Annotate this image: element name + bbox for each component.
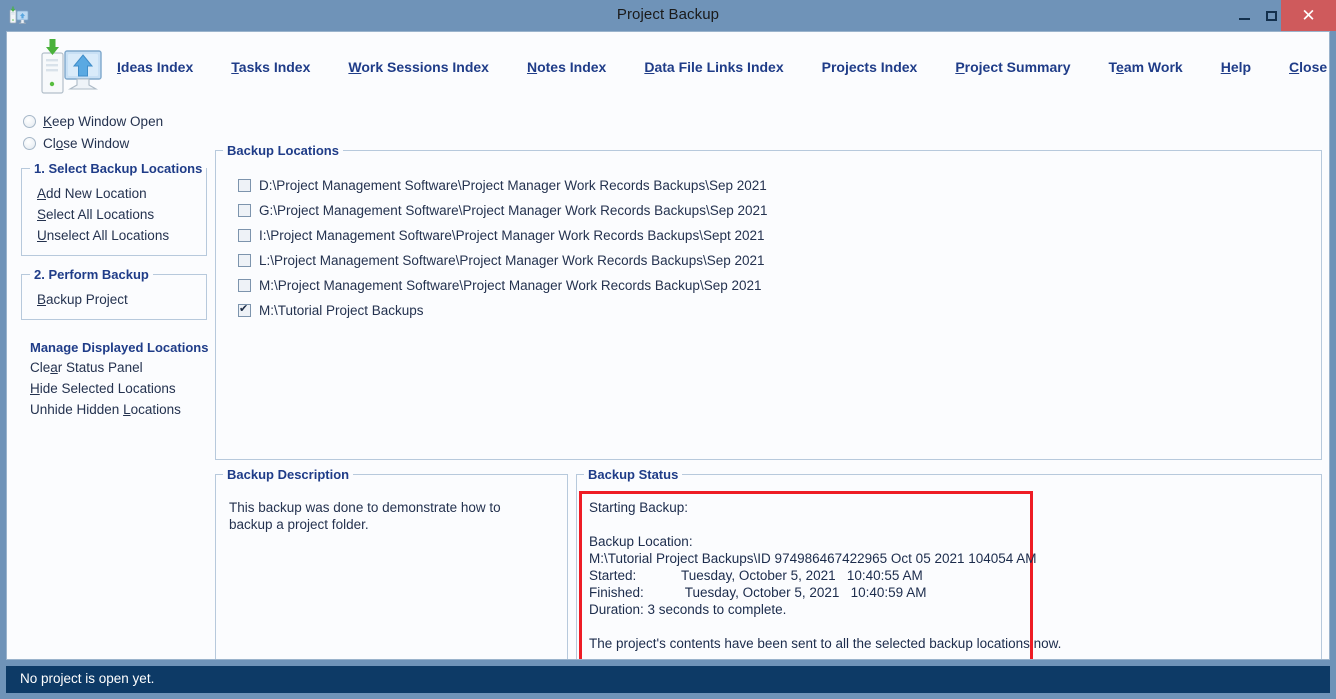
group-manage-displayed-locations: Manage Displayed Locations Clear Status … [15,340,213,420]
backup-status-text: Starting Backup: Backup Location: M:\Tut… [589,500,1062,651]
nav-item-team-work[interactable]: Team Work [1109,57,1183,77]
location-label: D:\Project Management Software\Project M… [259,178,767,193]
checkbox-icon[interactable] [238,229,251,242]
checkbox-icon[interactable] [238,279,251,292]
location-row[interactable]: L:\Project Management Software\Project M… [238,248,768,273]
location-label: I:\Project Management Software\Project M… [259,228,765,243]
nav-item-ideas-index[interactable]: Ideas Index [117,57,193,77]
backup-status-panel: Backup Status Starting Backup: Backup Lo… [576,467,1322,659]
link-add-new-location[interactable]: Add New Location [22,183,206,204]
checkbox-icon[interactable] [238,179,251,192]
radio-icon [23,114,36,128]
group-title-select-backup-locations: 1. Select Backup Locations [30,161,207,176]
nav-items-container: Ideas Index Tasks Index Work Sessions In… [117,32,1329,102]
group-perform-backup: 2. Perform Backup Backup Project [21,267,207,320]
window-title: Project Backup [616,6,720,23]
nav-item-projects-index[interactable]: Projects Index [822,57,918,77]
location-row[interactable]: I:\Project Management Software\Project M… [238,223,768,248]
location-row[interactable]: D:\Project Management Software\Project M… [238,173,768,198]
status-bar-text: No project is open yet. [20,671,155,686]
checkbox-icon[interactable] [238,204,251,217]
location-row[interactable]: M:\Tutorial Project Backups [238,298,768,323]
group-title-perform-backup: 2. Perform Backup [30,267,153,282]
main-navigation-bar: Ideas Index Tasks Index Work Sessions In… [7,32,1329,102]
checkbox-icon[interactable] [238,302,251,317]
left-sidebar: Keep Window Open Close Window 1. Select … [15,110,213,650]
backup-logo-icon [39,39,103,97]
backup-description-panel: Backup Description This backup was done … [215,467,568,659]
nav-item-notes-index[interactable]: Notes Index [527,57,606,77]
location-row[interactable]: M:\Project Management Software\Project M… [238,273,768,298]
panel-title-backup-locations: Backup Locations [223,143,343,158]
link-backup-project[interactable]: Backup Project [22,289,206,310]
radio-label-keep-window-open: Keep Window Open [43,113,164,129]
nav-item-data-file-links-index[interactable]: Data File Links Index [644,57,783,77]
backup-status-highlight-box: Starting Backup: Backup Location: M:\Tut… [579,491,1061,659]
backup-locations-panel: Backup Locations D:\Project Management S… [215,143,1322,460]
radio-icon [23,136,36,150]
section-head-manage-displayed-locations: Manage Displayed Locations [30,340,209,355]
location-row[interactable]: G:\Project Management Software\Project M… [238,198,768,223]
group-select-backup-locations: 1. Select Backup Locations Add New Locat… [21,161,207,256]
panel-title-backup-description: Backup Description [223,467,354,482]
location-label: L:\Project Management Software\Project M… [259,253,765,268]
location-label: M:\Tutorial Project Backups [259,303,424,318]
location-label: M:\Project Management Software\Project M… [259,278,762,293]
nav-item-work-sessions-index[interactable]: Work Sessions Index [348,57,489,77]
link-select-all-locations[interactable]: Select All Locations [22,204,206,225]
backup-locations-list: D:\Project Management Software\Project M… [238,173,768,323]
checkbox-icon[interactable] [238,254,251,267]
link-unhide-hidden-locations[interactable]: Unhide Hidden Locations [15,399,213,420]
nav-item-project-summary[interactable]: Project Summary [955,57,1070,77]
radio-close-window[interactable]: Close Window [15,132,213,154]
title-bar: Project Backup ✕ [0,0,1336,31]
close-icon: ✕ [1301,6,1316,25]
application-window: Project Backup ✕ Ideas Index Tasks Index… [0,0,1336,699]
backup-description-text: This backup was done to demonstrate how … [229,500,501,532]
radio-keep-window-open[interactable]: Keep Window Open [15,110,213,132]
link-hide-selected-locations[interactable]: Hide Selected Locations [15,378,213,399]
location-label: G:\Project Management Software\Project M… [259,203,768,218]
link-clear-status-panel[interactable]: Clear Status Panel [15,355,213,378]
nav-item-tasks-index[interactable]: Tasks Index [231,57,310,77]
panel-title-backup-status: Backup Status [584,467,683,482]
nav-item-help[interactable]: Help [1221,57,1251,77]
status-bar: No project is open yet. [6,666,1330,693]
client-area: Ideas Index Tasks Index Work Sessions In… [6,31,1330,660]
close-button[interactable]: ✕ [1281,0,1336,31]
link-unselect-all-locations[interactable]: Unselect All Locations [22,225,206,246]
maximize-icon [1265,10,1277,21]
nav-item-close-program[interactable]: Close Program [1289,57,1329,77]
radio-label-close-window: Close Window [43,135,130,151]
